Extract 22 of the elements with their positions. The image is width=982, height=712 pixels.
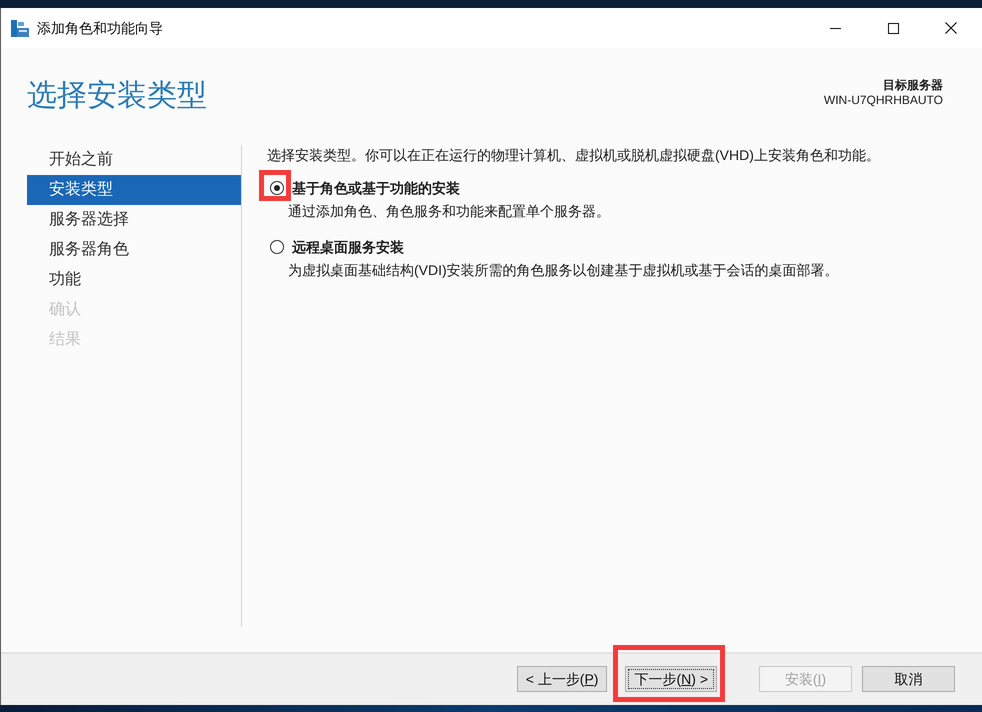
radio-button[interactable] [270,240,284,254]
server-app-icon [11,20,29,36]
close-icon [945,22,957,34]
wizard-button[interactable]: 取消 [862,666,955,692]
option-label[interactable]: 基于角色或基于功能的安装 [292,178,460,198]
wizard-step[interactable]: 安装类型 [27,175,241,205]
wizard-step[interactable]: 开始之前 [27,145,241,175]
intro-text: 选择安装类型。你可以在正在运行的物理计算机、虚拟机或脱机虚拟硬盘(VHD)上安装角色和功能。 [267,146,880,165]
option-label[interactable]: 远程桌面服务安装 [292,237,404,257]
radio-button[interactable] [270,181,284,195]
target-server-name: WIN-U7QHRHBAUTO [824,93,943,108]
maximize-icon [888,22,898,34]
wizard-step[interactable]: 功能 [27,265,241,295]
option-description: 为虚拟桌面基础结构(VDI)安装所需的角色服务以创建基于虚拟机或基于会话的桌面部署。 [288,261,840,280]
wizard-button[interactable]: < 上一步(P) [516,666,608,692]
option-description: 通过添加角色、角色服务和功能来配置单个服务器。 [288,202,611,221]
wizard-button[interactable]: 下一步(N) > [625,666,717,692]
window-title: 添加角色和功能向导 [37,18,163,38]
target-server-label: 目标服务器 [883,77,943,93]
wizard-step[interactable]: 服务器角色 [27,235,241,265]
page-heading: 选择安装类型 [27,78,207,114]
wizard-step[interactable]: 服务器选择 [27,205,241,235]
